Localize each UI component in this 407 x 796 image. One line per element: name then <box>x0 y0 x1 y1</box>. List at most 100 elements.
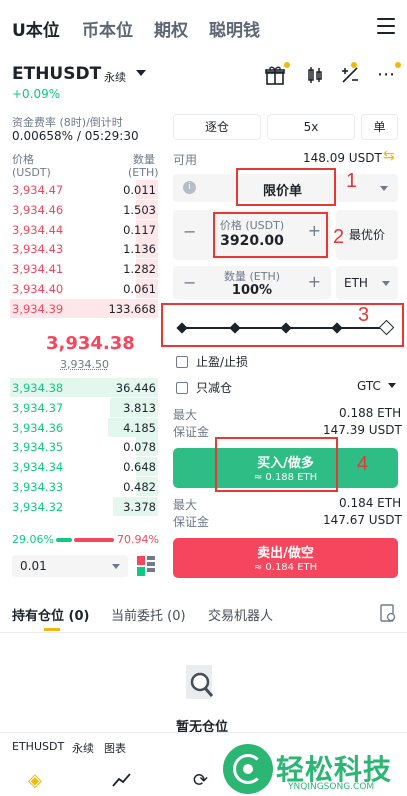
watermark-sub: YNQINGSONG.COM <box>288 782 375 792</box>
orderbook-row[interactable]: 3,934.43 1.136 <box>10 239 158 259</box>
annotation-number-2: 2 <box>333 226 345 248</box>
precision-value: 0.01 <box>20 559 47 573</box>
active-tab-indicator <box>44 628 60 631</box>
orderbook-row[interactable]: 3,934.33 0.482 <box>10 477 158 496</box>
sell-short-button[interactable]: 卖出/做空 ≈ 0.184 ETH <box>173 538 398 578</box>
ob-qty-unit: (ETH) <box>128 166 159 179</box>
row-qty: 4.185 <box>123 420 156 435</box>
symbol-name[interactable]: ETHUSDT <box>12 64 101 84</box>
reduce-only-checkbox[interactable] <box>176 382 188 394</box>
tab-positions-count: (0) <box>68 609 90 624</box>
reduce-only-label: 只减仓 <box>196 381 233 395</box>
qty-unit-select[interactable]: ETH <box>336 266 398 300</box>
orderbook-row[interactable]: 3,934.38 36.446 <box>10 378 158 397</box>
caret-icon <box>387 383 396 388</box>
precision-select[interactable]: 0.01 <box>12 555 128 577</box>
chevron-down-icon[interactable] <box>136 70 146 76</box>
orderbook-layout-icon[interactable] <box>137 556 155 576</box>
row-price: 3,934.35 <box>12 440 64 455</box>
contract-type[interactable]: 永续 <box>104 69 126 85</box>
orderbook-row[interactable]: 3,934.40 0.061 <box>10 279 158 298</box>
history-icon[interactable] <box>380 604 396 622</box>
sell-margin-value: 147.67 USDT <box>323 513 402 527</box>
margin-mode-button[interactable]: 逐仓 <box>173 114 261 140</box>
row-price: 3,934.46 <box>12 202 64 217</box>
row-qty: 0.061 <box>123 282 156 296</box>
row-qty: 133.668 <box>108 301 156 316</box>
more-icon[interactable]: ⋯ <box>377 66 395 84</box>
market-type-tabs: U本位 币本位 期权 聪明钱 <box>0 0 407 54</box>
sell-ratio: 70.94% <box>117 533 159 546</box>
orderbook-row[interactable]: 3,934.36 4.185 <box>10 417 158 437</box>
annotation-number-3: 3 <box>358 304 370 326</box>
row-qty: 0.482 <box>123 480 156 494</box>
price-change: +0.09% <box>12 87 61 101</box>
ratio-bar <box>56 538 114 542</box>
leverage-button[interactable]: 5x <box>267 114 355 140</box>
buy-margin-label: 保证金 <box>173 425 210 439</box>
orderbook-row[interactable]: 3,934.39 133.668 <box>10 298 158 318</box>
candlestick-chart-icon[interactable] <box>304 64 326 86</box>
row-qty: 0.078 <box>123 440 156 455</box>
row-qty: 36.446 <box>115 381 156 395</box>
row-qty: 1.503 <box>123 202 156 217</box>
trade-icon[interactable]: ⟳ <box>193 770 208 791</box>
sell-margin-label: 保证金 <box>173 515 210 529</box>
tab-open-orders-label: 当前委托 <box>111 609 164 624</box>
orderbook-row[interactable]: 3,934.34 0.648 <box>10 457 158 477</box>
tab-smart-money[interactable]: 聪明钱 <box>209 16 260 41</box>
tab-coin-m[interactable]: 币本位 <box>82 16 133 41</box>
orderbook-row[interactable]: 3,934.37 3.813 <box>10 397 158 417</box>
bid-list: 3,934.38 36.446 3,934.37 3.813 3,934.36 4.185… <box>0 378 160 528</box>
annotation-number-1: 1 <box>346 170 358 192</box>
best-price-button[interactable]: 最优价 <box>336 210 398 260</box>
row-price: 3,934.38 <box>12 381 64 395</box>
tab-open-orders-count: (0) <box>167 609 186 624</box>
orderbook-row[interactable]: 3,934.32 3.378 <box>10 496 158 516</box>
transfer-icon[interactable]: ⇆ <box>383 148 395 164</box>
orderbook-row[interactable]: 3,934.46 1.503 <box>10 199 158 219</box>
divider <box>0 632 407 633</box>
caret-icon <box>112 564 120 569</box>
row-qty: 3.378 <box>123 499 156 514</box>
home-icon[interactable]: ◈ <box>28 770 42 791</box>
buy-margin-value: 147.39 USDT <box>323 423 402 437</box>
tab-positions[interactable]: 持有仓位 (0) <box>12 605 89 624</box>
buy-ratio: 29.06% <box>12 533 54 546</box>
available-value: 148.09 USDT <box>303 151 382 165</box>
best-price-label: 最优价 <box>348 228 385 242</box>
tif-select[interactable]: GTC <box>357 379 396 393</box>
sell-label: 卖出/做空 <box>257 546 314 561</box>
row-qty: 1.282 <box>123 262 156 277</box>
gift-icon[interactable] <box>264 62 290 86</box>
tif-value: GTC <box>357 379 381 393</box>
mark-price[interactable]: 3,934.50 <box>60 358 109 371</box>
tab-open-orders[interactable]: 当前委托 (0) <box>111 605 186 624</box>
available-label: 可用 <box>173 153 198 167</box>
tpsl-label: 止盈/止损 <box>196 355 249 369</box>
menu-icon[interactable] <box>377 18 395 39</box>
watermark-logo <box>223 744 273 794</box>
position-mode-button[interactable]: 单 <box>361 114 398 140</box>
tab-options[interactable]: 期权 <box>154 16 188 41</box>
info-icon[interactable]: i <box>183 181 196 194</box>
ask-list: 3,934.47 0.011 3,934.46 1.503 3,934.44 0.117 3… <box>0 180 160 330</box>
tab-usdt-m[interactable]: U本位 <box>12 16 60 41</box>
quantity-input[interactable]: − 数量 (ETH) 100% + <box>173 266 331 300</box>
markets-icon[interactable] <box>112 770 132 793</box>
orderbook-row[interactable]: 3,934.47 0.011 <box>10 180 158 199</box>
calculator-icon[interactable] <box>339 62 361 86</box>
ob-price-header: 价格 <box>12 153 34 166</box>
orderbook-row[interactable]: 3,934.41 1.282 <box>10 259 158 279</box>
plus-icon[interactable]: + <box>308 272 321 291</box>
annotation-box-1 <box>236 168 336 206</box>
orderbook-row[interactable]: 3,934.44 0.117 <box>10 219 158 239</box>
ob-qty-header: 数量 <box>133 153 155 166</box>
row-price: 3,934.40 <box>12 282 64 296</box>
funding-value: 0.00658% / 05:29:30 <box>12 129 139 143</box>
row-price: 3,934.41 <box>12 262 64 277</box>
orderbook-row[interactable]: 3,934.35 0.078 <box>10 437 158 457</box>
tpsl-checkbox[interactable] <box>176 356 188 368</box>
row-qty: 3.813 <box>123 400 156 415</box>
tab-trading-bots[interactable]: 交易机器人 <box>208 605 273 624</box>
